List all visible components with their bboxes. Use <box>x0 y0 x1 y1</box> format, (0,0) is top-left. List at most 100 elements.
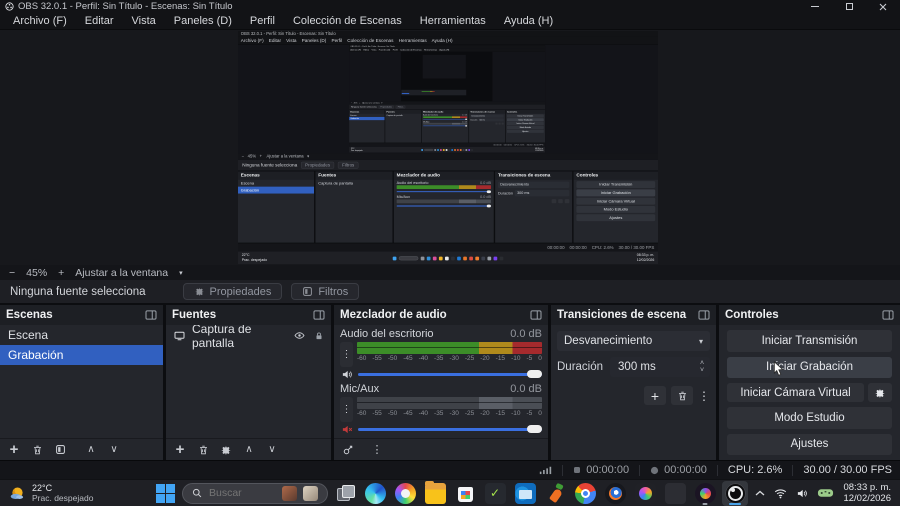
source-row-display-capture[interactable]: Captura de pantalla <box>166 325 331 350</box>
taskbar-app-file-explorer[interactable] <box>422 480 448 506</box>
remove-transition-button[interactable] <box>671 386 693 405</box>
taskbar-app-edge[interactable] <box>362 481 388 506</box>
slider-handle[interactable] <box>527 370 542 378</box>
preview-app-dot <box>448 149 451 151</box>
taskbar-app-blender[interactable] <box>602 481 628 506</box>
iniciar-grabaci-n-button[interactable]: Iniciar Grabación <box>727 356 892 378</box>
channel-kebab-icon[interactable]: ⋮ <box>340 342 353 367</box>
taskbar-app-outlook[interactable] <box>512 481 538 506</box>
dock-popout-icon[interactable] <box>698 310 710 320</box>
visibility-eye-icon[interactable] <box>293 330 306 341</box>
menu-item-herramientas[interactable]: Herramientas <box>411 15 495 27</box>
search-highlight-image[interactable] <box>303 485 318 501</box>
remove-scene-button[interactable] <box>27 441 47 459</box>
taskbar-app-task-view[interactable] <box>332 481 358 506</box>
taskbar-app-todo[interactable] <box>482 481 508 506</box>
store-icon <box>455 483 476 504</box>
lock-icon[interactable] <box>314 330 324 342</box>
menu-item-editar[interactable]: Editar <box>76 15 123 27</box>
scene-row-grabación[interactable]: Grabación <box>0 345 163 365</box>
add-source-button[interactable]: + <box>170 441 190 459</box>
remove-source-button[interactable] <box>193 441 213 459</box>
game-controller-icon[interactable] <box>817 488 834 498</box>
wifi-icon[interactable] <box>774 488 787 499</box>
preview-taskbar-icons <box>392 256 504 261</box>
search-box[interactable] <box>182 482 328 504</box>
volume-slider[interactable] <box>358 424 542 434</box>
taskbar-app-clipchamp[interactable] <box>692 481 718 506</box>
iniciar-transmisi-n-button[interactable]: Iniciar Transmisión <box>727 330 892 352</box>
tray-clock[interactable]: 08:33 p. m. 12/02/2026 <box>843 482 891 504</box>
tray-chevron-up-icon[interactable] <box>755 490 765 497</box>
taskbar-app-carrot[interactable] <box>542 481 568 506</box>
menu-item-ayuda-h-[interactable]: Ayuda (H) <box>495 15 562 27</box>
taskbar-app-photos[interactable] <box>632 481 658 506</box>
speaker-icon[interactable] <box>340 369 354 380</box>
fit-caret-icon[interactable]: ▾ <box>179 269 183 277</box>
close-button[interactable] <box>866 0 900 13</box>
menu-item-colecci-n-de-escenas[interactable]: Colección de Escenas <box>284 15 411 27</box>
menu-item-paneles-d-[interactable]: Paneles (D) <box>165 15 241 27</box>
source-up-button[interactable]: ∧ <box>239 441 259 459</box>
filters-button[interactable]: Filtros <box>291 283 360 300</box>
preview-source-toolbar: Ninguna fuente selecciona Propiedades Filt… <box>238 159 658 171</box>
duration-spinbox[interactable]: 300 ms ˄ ˅ <box>610 357 710 377</box>
restore-button[interactable] <box>832 0 866 13</box>
search-input[interactable] <box>207 486 277 500</box>
zoom-out-button[interactable]: − <box>9 267 15 279</box>
scene-down-button[interactable]: ∨ <box>104 441 124 459</box>
search-highlight-image[interactable] <box>282 485 297 501</box>
virtual-camera-gear-button[interactable] <box>868 383 892 402</box>
slider-handle[interactable] <box>527 425 542 433</box>
properties-button[interactable]: Propiedades <box>182 283 283 300</box>
scene-up-button[interactable]: ∧ <box>81 441 101 459</box>
dock-popout-icon[interactable] <box>530 310 542 320</box>
weather-widget[interactable]: 22°C Prac. despejado <box>0 483 93 504</box>
preview-deep-meter <box>421 91 435 92</box>
zoom-in-button[interactable]: + <box>58 267 64 279</box>
scene-row-escena[interactable]: Escena <box>0 325 163 345</box>
taskbar-app-chrome[interactable] <box>572 481 598 506</box>
taskbar-app-obs[interactable] <box>722 480 748 506</box>
mixer-kebab-icon[interactable]: ⋮ <box>367 441 387 459</box>
source-down-button[interactable]: ∨ <box>262 441 282 459</box>
muted-speaker-icon[interactable] <box>340 424 354 435</box>
add-transition-button[interactable]: + <box>644 386 666 405</box>
record-time: 00:00:00 <box>664 464 707 476</box>
scene-filters-icon[interactable] <box>50 441 70 459</box>
source-properties-gear-icon[interactable] <box>216 441 236 459</box>
volume-slider[interactable] <box>358 369 542 379</box>
dock-popout-icon[interactable] <box>145 310 157 320</box>
dock-popout-icon[interactable] <box>882 310 894 320</box>
fit-to-window-label[interactable]: Ajustar a la ventana <box>75 267 168 279</box>
start-button[interactable] <box>152 481 178 506</box>
spin-down-icon[interactable]: ˅ <box>700 367 704 374</box>
menu-item-vista[interactable]: Vista <box>123 15 165 27</box>
preview-dock-area: Escenas Escena Grabación Fuentes Captura de … <box>238 170 658 243</box>
spin-arrows[interactable]: ˄ ˅ <box>694 360 710 374</box>
volume-icon[interactable] <box>796 488 808 499</box>
spin-up-icon[interactable]: ˄ <box>700 360 704 367</box>
taskbar-app-paint[interactable] <box>392 481 418 506</box>
menu-item-archivo-f-[interactable]: Archivo (F) <box>4 15 76 27</box>
iniciar-c-mara-virtual-button[interactable]: Iniciar Cámara Virtual <box>727 383 864 402</box>
volume-meter <box>357 397 542 409</box>
minimize-button[interactable] <box>798 0 832 13</box>
properties-label: Propiedades <box>209 285 272 298</box>
taskbar-app-store[interactable] <box>452 481 478 506</box>
taskbar-app-ghost[interactable] <box>662 481 688 506</box>
modo-estudio-button[interactable]: Modo Estudio <box>727 407 892 429</box>
source-toolbar: Ninguna fuente selecciona Propiedades Fi… <box>0 280 900 303</box>
preview-no-source-message: Ninguna fuente selecciona <box>351 105 377 109</box>
menu-item-perfil[interactable]: Perfil <box>241 15 284 27</box>
channel-kebab-icon[interactable]: ⋮ <box>340 397 353 422</box>
dock-popout-icon[interactable] <box>313 310 325 320</box>
add-scene-button[interactable]: + <box>4 441 24 459</box>
preview-canvas[interactable]: OBS 32.0.1 - Perfil: Sin Título - Escena… <box>0 30 900 265</box>
preview-app-dot <box>454 149 456 151</box>
channel-header: Mic/Aux 0.0 dB <box>340 383 542 395</box>
transition-select[interactable]: Desvanecimiento ▾ <box>557 331 710 351</box>
advanced-audio-icon[interactable] <box>338 441 358 459</box>
ajustes-button[interactable]: Ajustes <box>727 433 892 455</box>
transitions-kebab-icon[interactable]: ⋮ <box>698 389 710 403</box>
